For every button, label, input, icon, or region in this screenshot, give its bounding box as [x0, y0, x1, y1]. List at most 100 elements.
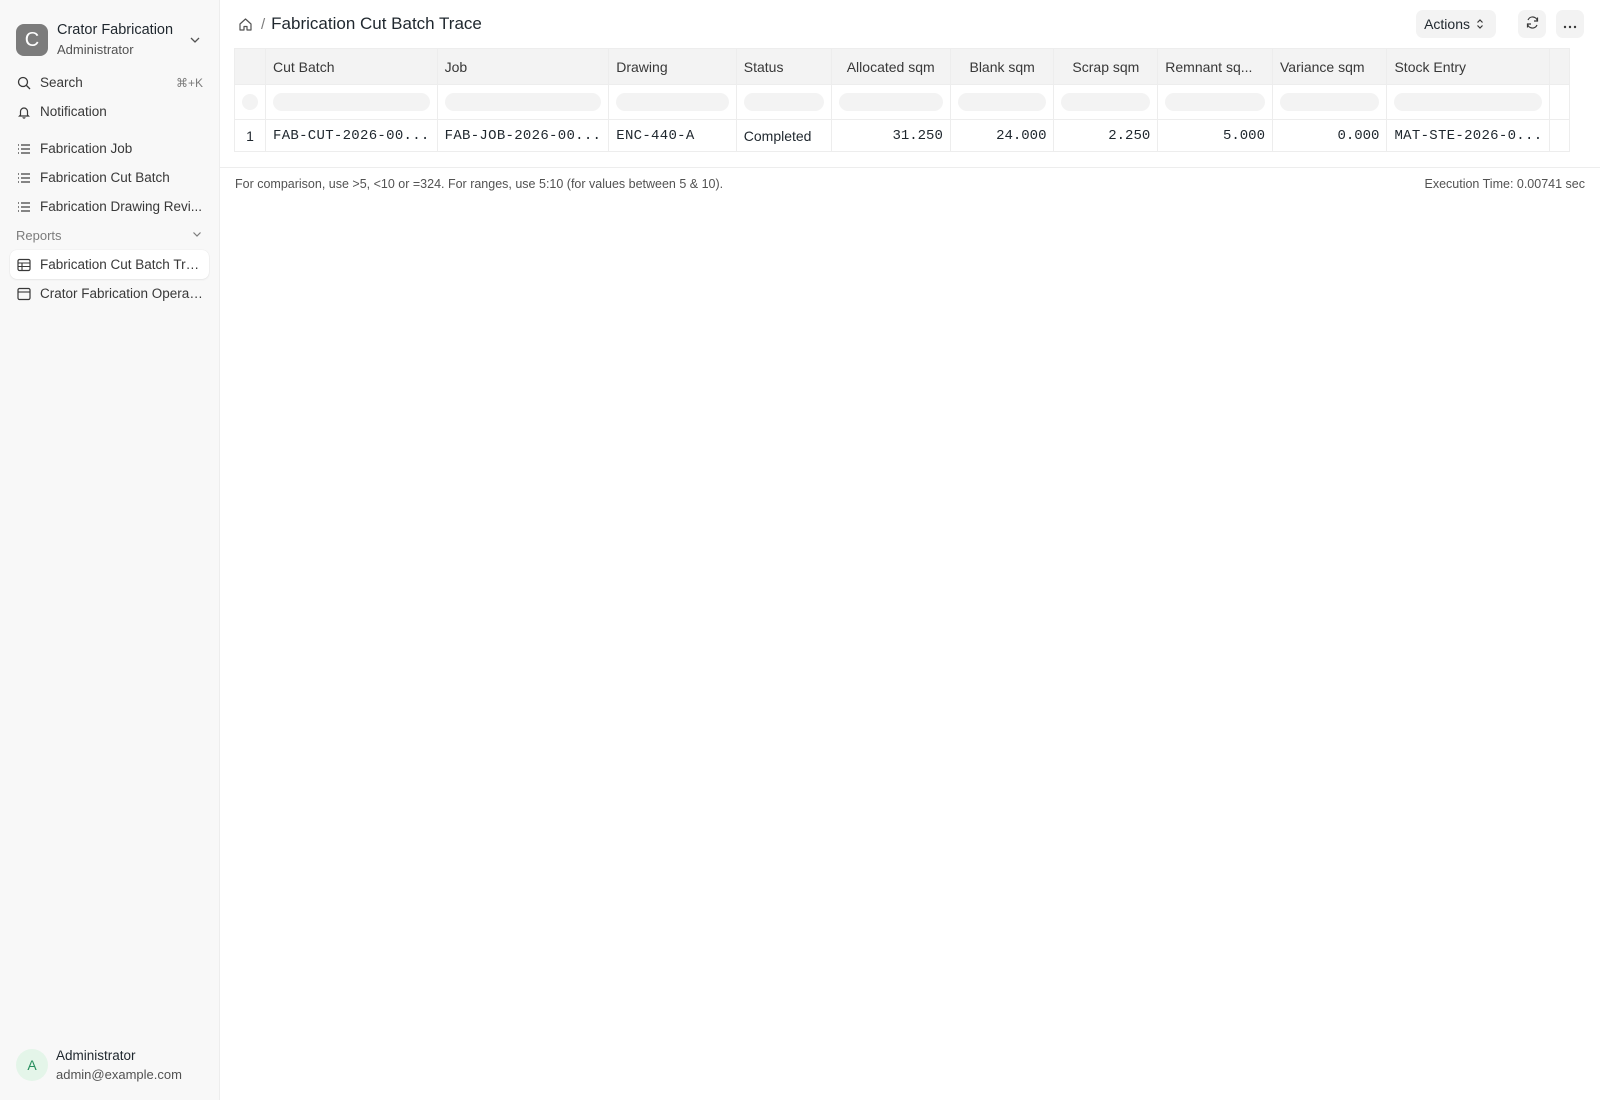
filter-row	[234, 84, 1570, 120]
filter-cell[interactable]	[830, 84, 951, 120]
filter-cell[interactable]	[735, 84, 832, 120]
filter-input[interactable]	[273, 93, 430, 111]
user-name: Administrator	[56, 1048, 136, 1063]
filter-input[interactable]	[1394, 93, 1543, 111]
cell-stock-entry[interactable]: MAT-STE-2026-0...	[1386, 119, 1551, 152]
workspace-text: Crator Fabrication Administrator	[57, 21, 187, 59]
column-header[interactable]: Cut Batch	[265, 48, 438, 85]
user-text: Administrator admin@example.com	[56, 1046, 182, 1084]
column-header[interactable]: Job	[436, 48, 610, 85]
refresh-icon	[1525, 15, 1540, 33]
filter-input[interactable]	[743, 93, 824, 111]
sort-arrows-icon	[1476, 18, 1486, 30]
sidebar-item-fabrication-drawing-revision[interactable]: Fabrication Drawing Revi...	[0, 192, 219, 221]
filter-cell[interactable]	[949, 84, 1055, 120]
sidebar-doctype-list: Fabrication Job Fabrication Cut Batch Fa…	[0, 134, 219, 221]
report-table: Cut Batch Job Drawing Status Allocated s…	[234, 48, 1570, 152]
filter-cell-filler	[1549, 84, 1570, 120]
page-header: / Fabrication Cut Batch Trace Actions	[220, 0, 1600, 48]
workspace-switcher[interactable]: C Crator Fabrication Administrator	[0, 0, 219, 64]
chevron-down-icon[interactable]	[187, 32, 203, 48]
cell-remnant-sqm[interactable]: 5.000	[1157, 119, 1273, 152]
table-row[interactable]: 1 FAB-CUT-2026-00... FAB-JOB-2026-00... …	[234, 119, 1570, 152]
filter-cell[interactable]	[1271, 84, 1388, 120]
column-header[interactable]: Stock Entry	[1386, 48, 1551, 85]
row-index-header	[234, 48, 266, 85]
filter-input[interactable]	[444, 93, 602, 111]
refresh-button[interactable]	[1518, 10, 1546, 38]
filter-input[interactable]	[1061, 93, 1151, 111]
filter-input[interactable]	[1279, 93, 1380, 111]
column-header-filler	[1549, 48, 1570, 85]
table-icon	[16, 257, 32, 273]
cell-cut-batch[interactable]: FAB-CUT-2026-00...	[265, 119, 438, 152]
cell-allocated-sqm[interactable]: 31.250	[830, 119, 951, 152]
list-icon	[16, 199, 32, 215]
cell-scrap-sqm[interactable]: 2.250	[1053, 119, 1159, 152]
cell-variance-sqm[interactable]: 0.000	[1271, 119, 1388, 152]
sidebar-item-label: Fabrication Cut Batch	[40, 170, 170, 185]
filter-hint: For comparison, use >5, <10 or =324. For…	[235, 177, 724, 191]
list-icon	[16, 141, 32, 157]
filter-input[interactable]	[957, 93, 1047, 111]
filter-cell[interactable]	[608, 84, 737, 120]
sidebar-search-label: Search	[40, 75, 83, 90]
filter-cell[interactable]	[265, 84, 438, 120]
cell-filler	[1549, 119, 1570, 152]
main-content: / Fabrication Cut Batch Trace Actions Cu…	[220, 0, 1600, 1100]
report-datatable: Cut Batch Job Drawing Status Allocated s…	[234, 48, 1570, 152]
filter-placeholder	[242, 94, 258, 110]
page-title: Fabrication Cut Batch Trace	[271, 14, 482, 33]
sidebar-notification[interactable]: Notification	[0, 97, 219, 126]
cell-drawing[interactable]: ENC-440-A	[608, 119, 737, 152]
user-menu[interactable]: A Administrator admin@example.com	[16, 1046, 182, 1084]
cell-job[interactable]: FAB-JOB-2026-00...	[436, 119, 610, 152]
actions-dropdown-button[interactable]: Actions	[1416, 10, 1496, 38]
column-header[interactable]: Variance sqm	[1271, 48, 1388, 85]
more-horizontal-icon	[1563, 16, 1577, 32]
column-header[interactable]: Allocated sqm	[830, 48, 951, 85]
sidebar-item-label: Fabrication Job	[40, 141, 133, 156]
workspace-role: Administrator	[57, 42, 134, 57]
sidebar-section-reports[interactable]: Reports	[0, 221, 219, 250]
filter-cell[interactable]	[1386, 84, 1551, 120]
list-icon	[16, 170, 32, 186]
filter-input[interactable]	[1165, 93, 1265, 111]
cell-status[interactable]: Completed	[735, 119, 832, 152]
sidebar-item-fabrication-cut-batch[interactable]: Fabrication Cut Batch	[0, 163, 219, 192]
cell-blank-sqm[interactable]: 24.000	[949, 119, 1055, 152]
filter-cell[interactable]	[1053, 84, 1159, 120]
sidebar-item-label: Fabrication Drawing Revi...	[40, 199, 203, 214]
filter-cell[interactable]	[436, 84, 610, 120]
filter-cell-index	[234, 84, 266, 120]
header-actions: Actions	[1416, 10, 1584, 38]
avatar: A	[16, 1049, 48, 1081]
row-index: 1	[234, 119, 266, 152]
filter-cell[interactable]	[1157, 84, 1273, 120]
table-header-row: Cut Batch Job Drawing Status Allocated s…	[234, 48, 1570, 85]
app-root: C Crator Fabrication Administrator Searc…	[0, 0, 1600, 1100]
column-header[interactable]: Remnant sq...	[1157, 48, 1273, 85]
dashboard-icon	[16, 286, 32, 302]
search-shortcut: ⌘+K	[175, 75, 203, 90]
sidebar-search[interactable]: Search ⌘+K	[0, 68, 219, 97]
actions-label: Actions	[1424, 16, 1470, 32]
section-label: Reports	[16, 228, 62, 243]
bell-icon	[16, 104, 32, 120]
sidebar-item-fabrication-job[interactable]: Fabrication Job	[0, 134, 219, 163]
column-header[interactable]: Scrap sqm	[1053, 48, 1159, 85]
more-options-button[interactable]	[1556, 10, 1584, 38]
column-header[interactable]: Blank sqm	[949, 48, 1055, 85]
sidebar-item-operations-report[interactable]: Crator Fabrication Operat...	[0, 279, 219, 308]
filter-input[interactable]	[838, 93, 943, 111]
footer-divider	[220, 167, 1600, 168]
column-header[interactable]: Status	[735, 48, 832, 85]
filter-input[interactable]	[616, 93, 729, 111]
workspace-name: Crator Fabrication	[57, 22, 174, 38]
user-email: admin@example.com	[56, 1067, 182, 1082]
sidebar-item-label: Fabrication Cut Batch Tra...	[40, 257, 203, 272]
sidebar-item-cut-batch-trace-report[interactable]: Fabrication Cut Batch Tra...	[10, 250, 209, 279]
column-header[interactable]: Drawing	[608, 48, 737, 85]
breadcrumb-separator: /	[261, 15, 266, 33]
home-icon[interactable]	[236, 15, 254, 33]
